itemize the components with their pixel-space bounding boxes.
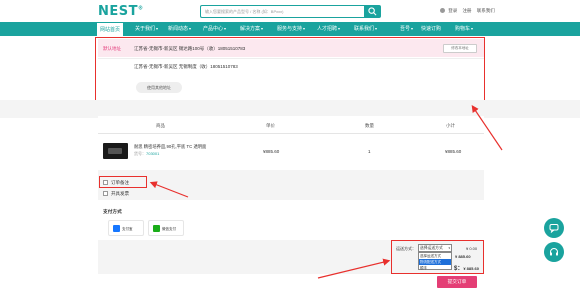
- arrow-to-shipping: [317, 258, 391, 279]
- annotation-arrows: [149, 105, 503, 279]
- arrow-to-address: [471, 105, 503, 151]
- checkout-page: NEST® 输入您要搜索的产品型号 / 名称 (如：BPxxx) 登录 注册 联…: [0, 0, 580, 290]
- arrow-to-note: [149, 181, 189, 198]
